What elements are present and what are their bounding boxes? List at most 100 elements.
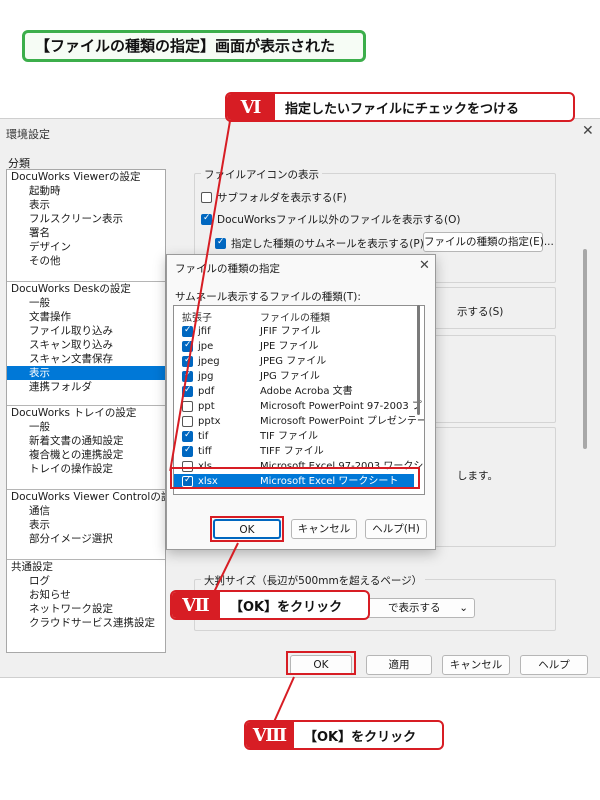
list-item[interactable]: pdf Adobe Acroba 文書 bbox=[174, 384, 414, 399]
subfolder-checkbox[interactable] bbox=[201, 192, 212, 203]
dialog-help-button[interactable]: ヘルプ(H) bbox=[365, 519, 427, 539]
category-item[interactable]: デザイン bbox=[7, 240, 165, 254]
row-type: JPG ファイル bbox=[260, 371, 320, 382]
row-type: JFIF ファイル bbox=[260, 326, 321, 337]
scrollbar[interactable] bbox=[583, 249, 587, 449]
row-ext: ppt bbox=[198, 401, 215, 412]
callout-8: Ⅷ 【OK】をクリック bbox=[244, 720, 444, 750]
list-item[interactable]: tif TIF ファイル bbox=[174, 429, 414, 444]
row-ext: jpeg bbox=[198, 356, 220, 367]
callout-text: 【OK】をクリック bbox=[304, 729, 417, 745]
category-item[interactable]: クラウドサービス連携設定 bbox=[7, 616, 165, 630]
list-item[interactable]: jpeg JPEG ファイル bbox=[174, 354, 414, 369]
callout-6: Ⅵ 指定したいファイルにチェックをつける bbox=[225, 92, 575, 122]
category-item[interactable]: 連携フォルダ bbox=[7, 380, 165, 394]
list-item[interactable]: jpg JPG ファイル bbox=[174, 369, 414, 384]
help-button[interactable]: ヘルプ bbox=[520, 655, 588, 675]
category-item[interactable]: 署名 bbox=[7, 226, 165, 240]
group-head[interactable]: 共通設定 bbox=[7, 560, 165, 574]
row-ext: jpg bbox=[198, 371, 214, 382]
category-item[interactable]: 一般 bbox=[7, 420, 165, 434]
category-item[interactable]: お知らせ bbox=[7, 588, 165, 602]
large-size-legend: 大判サイズ（長辺が500mmを超えるページ） bbox=[201, 573, 426, 588]
list-item[interactable]: jpe JPE ファイル bbox=[174, 339, 414, 354]
category-item[interactable]: スキャン取り込み bbox=[7, 338, 165, 352]
highlight-dialog-ok bbox=[210, 516, 284, 542]
category-item-selected[interactable]: 表示 bbox=[7, 366, 165, 380]
connector-line-8 bbox=[273, 676, 295, 722]
thumbnail-label: 指定した種類のサムネールを表示する(P) bbox=[231, 238, 424, 250]
row-type: TIF ファイル bbox=[260, 431, 318, 442]
row-checkbox[interactable] bbox=[182, 445, 193, 457]
row-ext: tiff bbox=[198, 446, 212, 457]
category-item[interactable]: トレイの操作設定 bbox=[7, 462, 165, 476]
partial-text-1: 示する(S) bbox=[457, 306, 504, 318]
dialog-title: ファイルの種類の指定 bbox=[175, 263, 280, 275]
dialog-cancel-button[interactable]: キャンセル bbox=[291, 519, 357, 539]
group-desk: DocuWorks Deskの設定 一般 文書操作 ファイル取り込み スキャン取… bbox=[7, 282, 165, 406]
row-ext: jpe bbox=[198, 341, 214, 352]
list-item[interactable]: jfif JFIF ファイル bbox=[174, 324, 414, 339]
category-item[interactable]: 複合機との連携設定 bbox=[7, 448, 165, 462]
specify-filetypes-button[interactable]: ファイルの種類の指定(E)... bbox=[423, 232, 554, 252]
caption-top: 【ファイルの種類の指定】画面が表示された bbox=[22, 30, 366, 62]
chevron-down-icon: ⌄ bbox=[459, 602, 468, 614]
category-item[interactable]: ネットワーク設定 bbox=[7, 602, 165, 616]
category-item[interactable]: 一般 bbox=[7, 296, 165, 310]
row-type: Microsoft PowerPoint プレゼンテーション bbox=[260, 416, 425, 427]
category-item[interactable]: ログ bbox=[7, 574, 165, 588]
callout-text: 【OK】をクリック bbox=[230, 599, 343, 615]
row-type: JPE ファイル bbox=[260, 341, 319, 352]
apply-button[interactable]: 適用 bbox=[366, 655, 432, 675]
callout-text: 指定したいファイルにチェックをつける bbox=[285, 101, 520, 117]
close-icon[interactable]: ✕ bbox=[582, 123, 594, 139]
group-viewer: DocuWorks Viewerの設定 起動時 表示 フルスクリーン表示 署名 … bbox=[7, 170, 165, 282]
category-item[interactable]: 表示 bbox=[7, 198, 165, 212]
category-item[interactable]: ファイル取り込み bbox=[7, 324, 165, 338]
category-item[interactable]: 新着文書の通知設定 bbox=[7, 434, 165, 448]
row-ext: pdf bbox=[198, 386, 215, 397]
column-header-type[interactable]: ファイルの種類 bbox=[260, 309, 330, 324]
row-checkbox[interactable] bbox=[182, 401, 193, 412]
list-item[interactable]: tiff TIFF ファイル bbox=[174, 444, 414, 459]
group-head[interactable]: DocuWorks Deskの設定 bbox=[7, 282, 165, 296]
category-item[interactable]: 文書操作 bbox=[7, 310, 165, 324]
category-item[interactable]: 表示 bbox=[7, 518, 165, 532]
non-docuworks-label: DocuWorksファイル以外のファイルを表示する(O) bbox=[217, 214, 461, 226]
list-item[interactable]: pptx Microsoft PowerPoint プレゼンテーション bbox=[174, 414, 424, 429]
row-checkbox[interactable] bbox=[182, 416, 193, 427]
list-item[interactable]: ppt Microsoft PowerPoint 97-2003 プレゼン bbox=[174, 399, 424, 414]
row-type: Adobe Acroba 文書 bbox=[260, 386, 353, 397]
callout-number: Ⅶ bbox=[172, 592, 220, 618]
row-ext: pptx bbox=[198, 416, 221, 427]
large-size-select-value: で表示する bbox=[388, 602, 441, 614]
row-type: Microsoft PowerPoint 97-2003 プレゼン bbox=[260, 401, 424, 412]
close-icon[interactable]: ✕ bbox=[419, 258, 430, 273]
list-scrollbar[interactable] bbox=[417, 305, 420, 415]
callout-7: Ⅶ 【OK】をクリック bbox=[170, 590, 370, 620]
group-head[interactable]: DocuWorks Viewerの設定 bbox=[7, 170, 165, 184]
large-size-select[interactable]: で表示する ⌄ bbox=[363, 598, 475, 618]
group-head[interactable]: DocuWorks トレイの設定 bbox=[7, 406, 165, 420]
category-item[interactable]: 通信 bbox=[7, 504, 165, 518]
category-item[interactable]: スキャン文書保存 bbox=[7, 352, 165, 366]
cancel-button[interactable]: キャンセル bbox=[442, 655, 510, 675]
subfolder-label: サブフォルダを表示する(F) bbox=[217, 192, 347, 204]
group-head[interactable]: DocuWorks Viewer Controlの設定 bbox=[7, 490, 165, 504]
category-item[interactable]: フルスクリーン表示 bbox=[7, 212, 165, 226]
row-checkbox[interactable] bbox=[182, 430, 193, 442]
highlight-main-ok bbox=[286, 651, 356, 675]
thumbnail-checkbox[interactable] bbox=[215, 237, 226, 249]
group-viewer-control: DocuWorks Viewer Controlの設定 通信 表示 部分イメージ… bbox=[7, 490, 165, 560]
row-type: JPEG ファイル bbox=[260, 356, 327, 367]
category-item[interactable]: その他 bbox=[7, 254, 165, 268]
callout-number: Ⅵ bbox=[227, 94, 275, 120]
row-ext: jfif bbox=[198, 326, 211, 337]
row-type: TIFF ファイル bbox=[260, 446, 324, 457]
category-item[interactable]: 起動時 bbox=[7, 184, 165, 198]
list-label: サムネール表示するファイルの種類(T): bbox=[175, 291, 361, 303]
partial-text-2: します。 bbox=[457, 470, 498, 482]
group-tray: DocuWorks トレイの設定 一般 新着文書の通知設定 複合機との連携設定 … bbox=[7, 406, 165, 490]
category-item[interactable]: 部分イメージ選択 bbox=[7, 532, 165, 546]
category-panel: DocuWorks Viewerの設定 起動時 表示 フルスクリーン表示 署名 … bbox=[6, 169, 166, 653]
